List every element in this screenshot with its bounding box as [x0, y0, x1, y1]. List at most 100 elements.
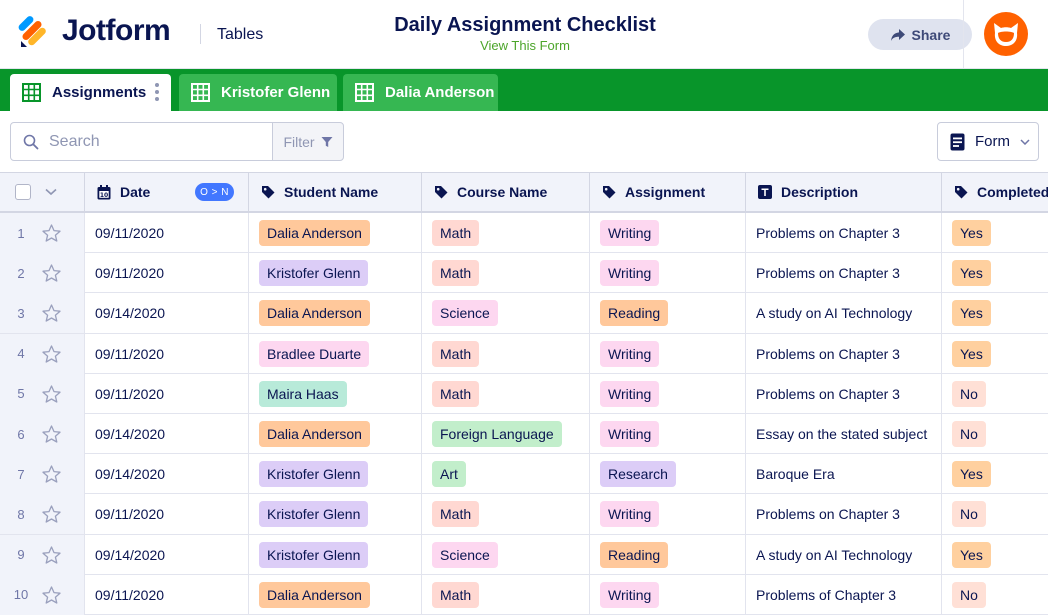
product-label[interactable]: Tables [217, 26, 263, 44]
assignment-cell[interactable]: Writing [590, 213, 746, 253]
student-name-cell[interactable]: Dalia Anderson [249, 414, 422, 454]
table-row[interactable]: 10 09/11/2020 Dalia Anderson Math Writing Pro… [0, 574, 1048, 615]
tab-options-icon[interactable] [155, 83, 159, 101]
date-cell[interactable]: 09/11/2020 [85, 213, 249, 253]
chevron-down-icon[interactable] [45, 188, 57, 196]
student-name-cell[interactable]: Maira Haas [249, 373, 422, 414]
star-icon[interactable] [42, 505, 61, 524]
completed-cell[interactable]: Yes [942, 454, 1048, 494]
description-cell[interactable]: Baroque Era [746, 454, 942, 495]
assignment-cell[interactable]: Writing [590, 333, 746, 374]
completed-cell[interactable]: Yes [942, 293, 1048, 333]
description-cell[interactable]: Problems on Chapter 3 [746, 373, 942, 414]
jotform-logo[interactable]: Jotform [18, 14, 171, 48]
table-row[interactable]: 1 09/11/2020 Dalia Anderson Math Writing Prob… [0, 213, 1048, 254]
completed-cell[interactable]: No [942, 575, 1048, 615]
description-cell[interactable]: Problems on Chapter 3 [746, 494, 942, 535]
date-cell[interactable]: 09/14/2020 [85, 534, 249, 575]
star-icon[interactable] [42, 344, 61, 363]
course-name-cell[interactable]: Math [422, 373, 590, 414]
column-header-course-name[interactable]: Course Name [422, 173, 590, 211]
completed-cell[interactable]: Yes [942, 535, 1048, 575]
star-icon[interactable] [42, 545, 61, 564]
star-icon[interactable] [42, 224, 61, 242]
student-name-cell[interactable]: Dalia Anderson [249, 574, 422, 615]
course-name-cell[interactable]: Art [422, 454, 590, 495]
assignment-cell[interactable]: Writing [590, 373, 746, 414]
sort-order-badge[interactable]: O > N [195, 183, 234, 201]
description-cell[interactable]: Essay on the stated subject [746, 414, 942, 454]
date-cell[interactable]: 09/14/2020 [85, 293, 249, 334]
course-name-cell[interactable]: Math [422, 253, 590, 294]
student-name-cell[interactable]: Kristofer Glenn [249, 534, 422, 575]
star-icon[interactable] [42, 385, 61, 403]
date-cell[interactable]: 09/11/2020 [85, 373, 249, 414]
date-cell[interactable]: 09/11/2020 [85, 333, 249, 374]
completed-cell[interactable]: No [942, 494, 1048, 534]
column-header-date[interactable]: 10 Date O > N [85, 173, 249, 211]
course-name-cell[interactable]: Math [422, 494, 590, 535]
form-view-button[interactable]: Form [937, 122, 1039, 161]
completed-cell[interactable]: Yes [942, 253, 1048, 293]
assignment-cell[interactable]: Research [590, 454, 746, 495]
star-icon[interactable] [42, 465, 61, 483]
course-name-cell[interactable]: Foreign Language [422, 414, 590, 454]
description-cell[interactable]: Problems of Chapter 3 [746, 574, 942, 615]
description-cell[interactable]: A study on AI Technology [746, 293, 942, 334]
student-name-cell[interactable]: Kristofer Glenn [249, 253, 422, 294]
course-name-cell[interactable]: Math [422, 333, 590, 374]
table-row[interactable]: 2 09/11/2020 Kristofer Glenn Math Writing Pro… [0, 253, 1048, 294]
completed-cell[interactable]: Yes [942, 213, 1048, 253]
course-name-cell[interactable]: Science [422, 534, 590, 575]
assignment-cell[interactable]: Reading [590, 293, 746, 334]
student-name-cell[interactable]: Kristofer Glenn [249, 494, 422, 535]
star-icon[interactable] [42, 586, 61, 604]
course-name-cell[interactable]: Science [422, 293, 590, 334]
table-row[interactable]: 5 09/11/2020 Maira Haas Math Writing Problems… [0, 373, 1048, 414]
description-cell[interactable]: A study on AI Technology [746, 534, 942, 575]
description-cell[interactable]: Problems on Chapter 3 [746, 213, 942, 253]
course-name-cell[interactable]: Math [422, 574, 590, 615]
table-row[interactable]: 7 09/14/2020 Kristofer Glenn Art Research Bar… [0, 454, 1048, 495]
date-cell[interactable]: 09/11/2020 [85, 574, 249, 615]
student-name-cell[interactable]: Dalia Anderson [249, 213, 422, 253]
star-icon[interactable] [42, 304, 61, 323]
assignment-cell[interactable]: Writing [590, 574, 746, 615]
student-name-cell[interactable]: Dalia Anderson [249, 293, 422, 334]
table-row[interactable]: 3 09/14/2020 Dalia Anderson Science Reading A… [0, 293, 1048, 334]
tab-assignments[interactable]: Assignments [10, 74, 171, 111]
assignment-cell[interactable]: Writing [590, 414, 746, 454]
column-header-completed[interactable]: Completed [942, 173, 1048, 211]
assignment-cell[interactable]: Writing [590, 494, 746, 535]
share-button[interactable]: Share [868, 19, 972, 50]
table-row[interactable]: 8 09/11/2020 Kristofer Glenn Math Writing Pro… [0, 494, 1048, 535]
select-all-checkbox[interactable] [15, 184, 31, 200]
column-header-description[interactable]: Description [746, 173, 942, 211]
completed-cell[interactable]: Yes [942, 334, 1048, 374]
table-row[interactable]: 9 09/14/2020 Kristofer Glenn Science Reading… [0, 534, 1048, 575]
star-icon[interactable] [42, 264, 61, 282]
date-cell[interactable]: 09/14/2020 [85, 414, 249, 454]
completed-cell[interactable]: No [942, 374, 1048, 414]
filter-button[interactable]: Filter [272, 122, 344, 161]
date-cell[interactable]: 09/14/2020 [85, 454, 249, 495]
course-name-cell[interactable]: Math [422, 213, 590, 253]
column-header-student-name[interactable]: Student Name [249, 173, 422, 211]
table-row[interactable]: 6 09/14/2020 Dalia Anderson Foreign Languag… [0, 414, 1048, 455]
assignment-cell[interactable]: Writing [590, 253, 746, 294]
date-cell[interactable]: 09/11/2020 [85, 253, 249, 294]
avatar[interactable] [984, 12, 1028, 56]
star-icon[interactable] [42, 425, 61, 443]
tab-kristofer-glenn[interactable]: Kristofer Glenn [179, 74, 337, 111]
date-cell[interactable]: 09/11/2020 [85, 494, 249, 535]
view-form-link[interactable]: View This Form [330, 38, 720, 53]
description-cell[interactable]: Problems on Chapter 3 [746, 333, 942, 374]
search-input[interactable] [49, 132, 249, 151]
assignment-cell[interactable]: Reading [590, 534, 746, 575]
table-row[interactable]: 4 09/11/2020 Bradlee Duarte Math Writing Prob… [0, 333, 1048, 374]
student-name-cell[interactable]: Kristofer Glenn [249, 454, 422, 495]
completed-cell[interactable]: No [942, 414, 1048, 454]
description-cell[interactable]: Problems on Chapter 3 [746, 253, 942, 294]
tab-dalia-anderson[interactable]: Dalia Anderson [343, 74, 498, 111]
student-name-cell[interactable]: Bradlee Duarte [249, 333, 422, 374]
